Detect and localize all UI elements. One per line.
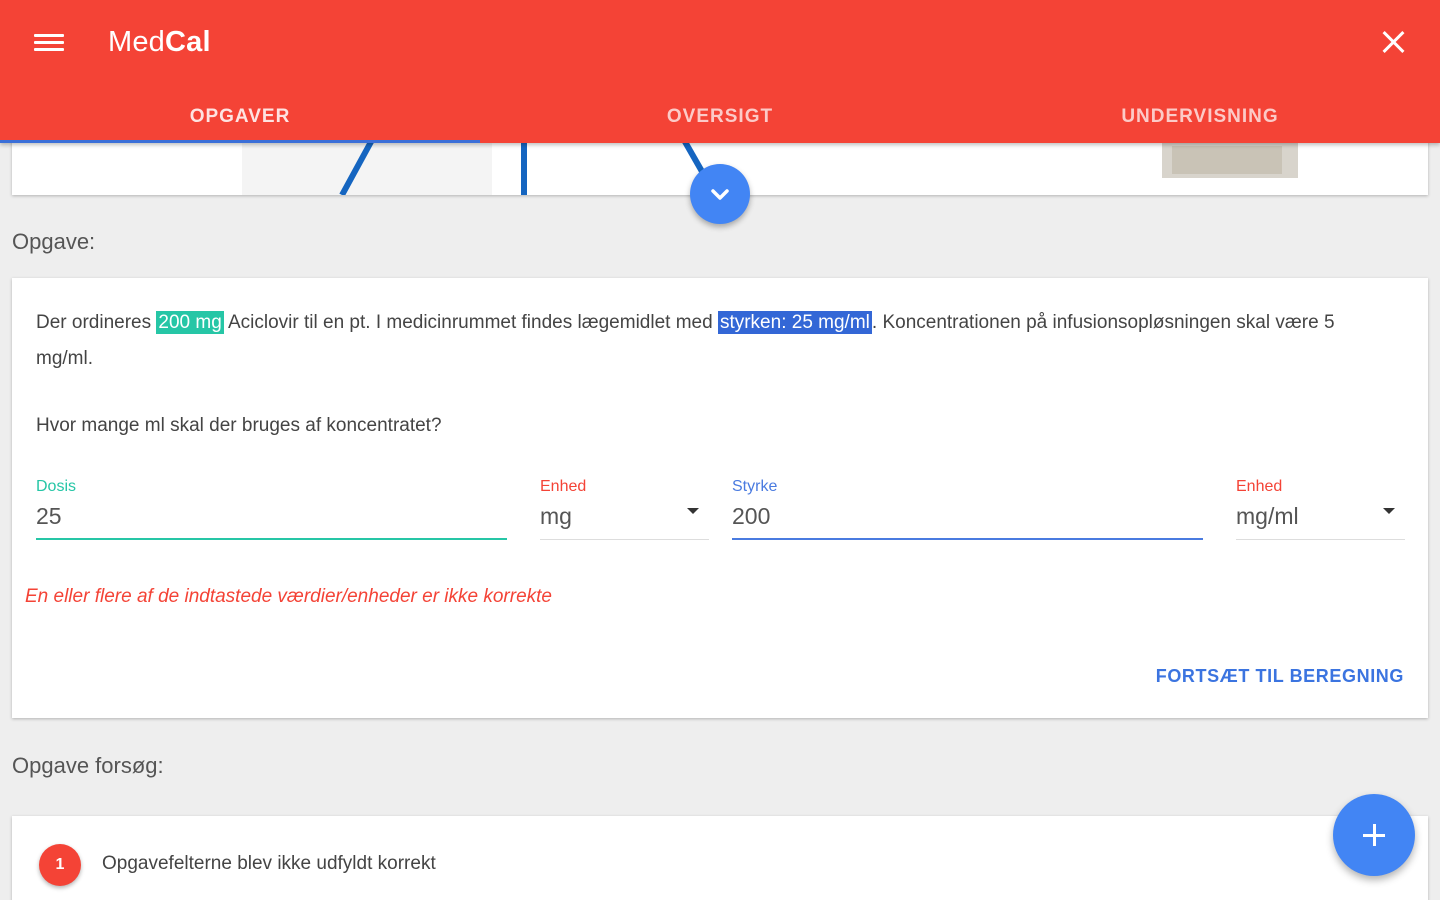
app-title: MedCal	[108, 26, 211, 59]
app-title-light: Med	[108, 26, 166, 58]
task-section-label: Opgave:	[12, 229, 96, 254]
hamburger-menu-icon[interactable]	[30, 28, 68, 58]
dropdown-arrow-icon[interactable]	[687, 508, 699, 514]
styrke-input[interactable]: 200	[732, 500, 1203, 532]
task-card: Der ordineres 200 mg Aciclovir til en pt…	[12, 278, 1428, 718]
styrke-underline	[732, 538, 1203, 540]
styrke-unit-label: Enhed	[1236, 478, 1283, 495]
tab-oversigt[interactable]: OVERSIGT	[480, 88, 960, 143]
dosis-label: Dosis	[36, 478, 77, 495]
tab-bar: OPGAVER OVERSIGT UNDERVISNING	[0, 88, 1440, 143]
attempts-section-label: Opgave forsøg:	[12, 753, 164, 778]
dosis-field[interactable]: Dosis 25	[36, 478, 507, 540]
highlight-strength: styrken: 25 mg/ml	[717, 311, 872, 334]
styrke-unit-select[interactable]: Enhed mg/ml	[1236, 478, 1405, 540]
highlight-dose: 200 mg	[156, 311, 224, 334]
styrke-field[interactable]: Styrke 200	[732, 478, 1203, 540]
task-question: Hvor mange ml skal der bruges af koncent…	[36, 415, 442, 436]
dosis-unit-underline	[540, 539, 709, 540]
attempt-list-item: 1 Opgavefelterne blev ikke udfyldt korre…	[12, 816, 1428, 900]
active-tab-indicator	[0, 140, 480, 143]
close-icon[interactable]	[1378, 26, 1410, 58]
task-text-middle: Aciclovir til en pt. I medicinrummet fin…	[223, 312, 718, 333]
add-attempt-button[interactable]	[1333, 794, 1415, 876]
dosis-underline	[36, 538, 507, 540]
dosis-input[interactable]: 25	[36, 500, 507, 532]
expand-button[interactable]	[690, 164, 750, 224]
dosis-unit-select[interactable]: Enhed mg	[540, 478, 709, 540]
tab-undervisning[interactable]: UNDERVISNING	[960, 88, 1440, 143]
dropdown-arrow-icon[interactable]	[1383, 508, 1395, 514]
attempt-text: Opgavefelterne blev ikke udfyldt korrekt	[102, 853, 436, 874]
styrke-unit-value[interactable]: mg/ml	[1236, 500, 1405, 532]
continue-to-calculation-button[interactable]: FORTSÆT TIL BEREGNING	[1156, 666, 1404, 687]
task-text-before: Der ordineres	[36, 312, 157, 333]
app-title-bold: Cal	[165, 26, 211, 58]
styrke-label: Styrke	[732, 478, 778, 495]
chevron-down-icon	[711, 189, 729, 200]
validation-error: En eller flere af de indtastede værdier/…	[25, 586, 552, 607]
tab-opgaver[interactable]: OPGAVER	[0, 88, 480, 143]
task-description: Der ordineres 200 mg Aciclovir til en pt…	[36, 305, 1396, 377]
attempt-number-badge: 1	[39, 844, 81, 886]
dosis-unit-value[interactable]: mg	[540, 500, 709, 532]
dosis-unit-label: Enhed	[540, 478, 587, 495]
app-bar: MedCal OPGAVER OVERSIGT UNDERVISNING	[0, 0, 1440, 143]
styrke-unit-underline	[1236, 539, 1405, 540]
